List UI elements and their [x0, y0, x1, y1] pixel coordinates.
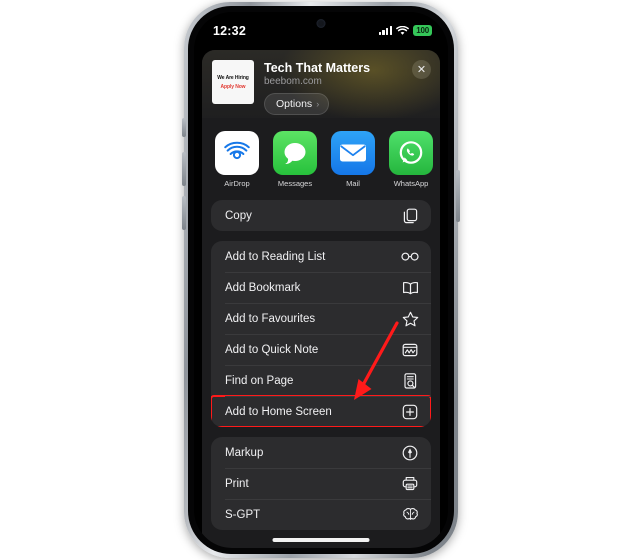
action-group-browser: Add to Reading List Add Bookmark Add to … [211, 241, 431, 427]
action-row-copy[interactable]: Copy [211, 200, 431, 231]
share-target-messages[interactable]: Messages [273, 131, 317, 188]
quick-note-icon [401, 341, 419, 359]
volume-up-button[interactable] [182, 152, 186, 186]
mail-icon [331, 131, 375, 175]
action-row-add-to-favourites[interactable]: Add to Favourites [211, 303, 431, 334]
action-label: Add Bookmark [225, 281, 301, 294]
page-thumbnail: We Are Hiring Apply Now [212, 60, 254, 104]
share-sheet: We Are Hiring Apply Now Tech That Matter… [202, 50, 440, 548]
action-row-add-to-home-screen[interactable]: Add to Home Screen [211, 395, 431, 427]
markup-icon [401, 444, 419, 462]
status-time: 12:32 [213, 23, 246, 38]
app-share-row: AirDrop Messages Mail WhatsApp [202, 118, 440, 198]
thumbnail-line-1: We Are Hiring [217, 74, 249, 81]
airdrop-icon [215, 131, 259, 175]
action-row-add-to-reading-list[interactable]: Add to Reading List [211, 241, 431, 272]
action-label: Add to Home Screen [225, 405, 332, 418]
action-label: Add to Quick Note [225, 343, 319, 356]
action-row-add-to-quick-note[interactable]: Add to Quick Note [211, 334, 431, 365]
action-label: S-GPT [225, 508, 261, 521]
plus-square-icon [401, 403, 419, 421]
wifi-icon [396, 25, 410, 36]
power-button[interactable] [456, 170, 460, 222]
chevron-right-icon: › [316, 99, 320, 109]
action-row-print[interactable]: Print [211, 468, 431, 499]
silent-switch[interactable] [182, 118, 186, 137]
status-indicators: 100 [378, 22, 432, 36]
phone-screen: 12:32 100 We Are Hiring Apply Now Tech T… [194, 12, 448, 548]
share-target-label: AirDrop [224, 179, 250, 188]
action-label: Find on Page [225, 374, 294, 387]
notch [269, 12, 373, 33]
share-target-label: WhatsApp [393, 179, 429, 188]
action-group-copy: Copy [211, 200, 431, 231]
action-label: Print [225, 477, 249, 490]
volume-down-button[interactable] [182, 196, 186, 230]
action-label: Add to Favourites [225, 312, 316, 325]
action-group-tools: Markup Print S-GPT [211, 437, 431, 530]
page-title: Tech That Matters [264, 61, 371, 75]
action-row-find-on-page[interactable]: Find on Page [211, 365, 431, 396]
share-target-airdrop[interactable]: AirDrop [215, 131, 259, 188]
share-target-whatsapp[interactable]: WhatsApp [389, 131, 433, 188]
star-icon [401, 310, 419, 328]
glasses-icon [401, 248, 419, 266]
page-domain: beebom.com [264, 76, 322, 87]
battery-indicator: 100 [413, 25, 432, 36]
find-on-page-icon [401, 372, 419, 390]
action-row-add-bookmark[interactable]: Add Bookmark [211, 272, 431, 303]
whatsapp-icon [389, 131, 433, 175]
home-indicator[interactable] [272, 538, 370, 542]
printer-icon [401, 475, 419, 493]
messages-icon [273, 131, 317, 175]
share-sheet-header: We Are Hiring Apply Now Tech That Matter… [202, 50, 440, 118]
front-camera-icon [316, 19, 326, 28]
action-label: Markup [225, 446, 264, 459]
brain-icon [401, 506, 419, 524]
screenshot-canvas: 12:32 100 We Are Hiring Apply Now Tech T… [0, 0, 640, 560]
share-sheet-meta: Tech That Matters beebom.com Options › [264, 60, 430, 118]
copy-icon [401, 207, 419, 225]
action-row-markup[interactable]: Markup [211, 437, 431, 468]
action-label: Add to Reading List [225, 250, 326, 263]
cellular-signal-icon [378, 26, 393, 35]
close-icon: ✕ [416, 63, 427, 76]
share-target-label: Messages [277, 179, 313, 188]
action-label: Copy [225, 209, 252, 222]
action-row-s-gpt[interactable]: S-GPT [211, 499, 431, 530]
thumbnail-line-2: Apply Now [220, 83, 246, 90]
options-button[interactable]: Options › [264, 93, 330, 115]
options-button-label: Options [276, 98, 313, 110]
share-target-mail[interactable]: Mail [331, 131, 375, 188]
book-icon [401, 279, 419, 297]
share-target-label: Mail [346, 179, 360, 188]
close-button[interactable]: ✕ [412, 60, 431, 79]
